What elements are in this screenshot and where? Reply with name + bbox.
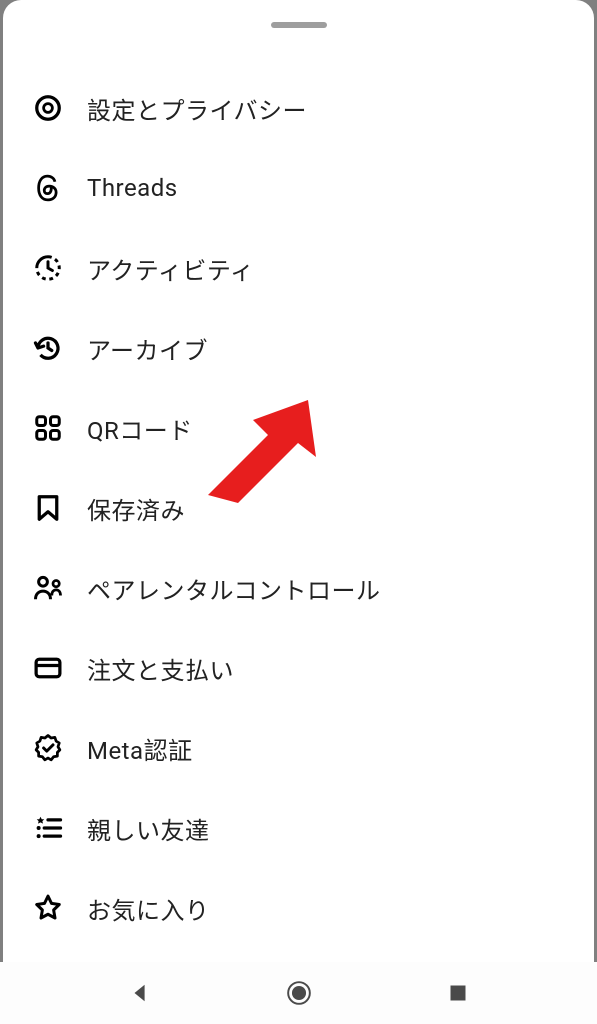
menu-item-label: Threads [87, 174, 178, 202]
menu-item-label: Meta認証 [87, 731, 193, 766]
bookmark-icon [33, 493, 63, 523]
threads-icon [33, 173, 63, 203]
starlist-icon [33, 813, 63, 843]
card-icon [33, 653, 63, 683]
menu-item-label: 設定とプライバシー [87, 91, 307, 126]
android-nav-bar [0, 962, 597, 1024]
nav-back-button[interactable] [127, 980, 153, 1006]
menu-item-qrcode[interactable]: QRコード [3, 388, 594, 468]
menu-item-threads[interactable]: Threads [3, 148, 594, 228]
verified-icon [33, 733, 63, 763]
bottom-sheet: 設定とプライバシー Threads アクティビティ アーカイブ QRコード [3, 0, 594, 962]
menu-item-label: アクティビティ [87, 251, 254, 286]
menu-item-label: QRコード [87, 411, 193, 446]
menu-item-label: お気に入り [87, 891, 210, 926]
menu-item-saved[interactable]: 保存済み [3, 468, 594, 548]
gear-icon [33, 93, 63, 123]
qr-icon [33, 413, 63, 443]
activity-icon [33, 253, 63, 283]
nav-home-button[interactable] [286, 980, 312, 1006]
menu-item-parental[interactable]: ペアレンタルコントロール [3, 548, 594, 628]
supervise-icon [33, 573, 63, 603]
menu-item-label: 注文と支払い [87, 651, 234, 686]
menu-item-favorites[interactable]: お気に入り [3, 868, 594, 948]
menu-item-verified[interactable]: Meta認証 [3, 708, 594, 788]
menu-item-label: 保存済み [87, 491, 185, 526]
menu-item-orders[interactable]: 注文と支払い [3, 628, 594, 708]
menu-item-label: アーカイブ [87, 331, 208, 366]
archive-icon [33, 333, 63, 363]
nav-recent-button[interactable] [445, 980, 471, 1006]
menu-item-archive[interactable]: アーカイブ [3, 308, 594, 388]
star-icon [33, 893, 63, 923]
menu-item-close-friends[interactable]: 親しい友達 [3, 788, 594, 868]
menu-list: 設定とプライバシー Threads アクティビティ アーカイブ QRコード [3, 28, 594, 948]
menu-item-label: 親しい友達 [87, 811, 210, 846]
menu-item-activity[interactable]: アクティビティ [3, 228, 594, 308]
menu-item-label: ペアレンタルコントロール [87, 571, 381, 606]
menu-item-settings[interactable]: 設定とプライバシー [3, 68, 594, 148]
